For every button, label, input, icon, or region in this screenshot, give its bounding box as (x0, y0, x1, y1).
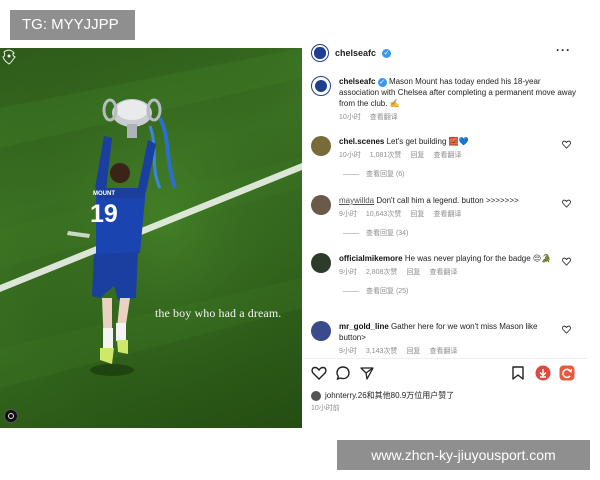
watermark-tag: TG: MYYJJPP (10, 10, 135, 40)
commenter-name[interactable]: officialmikemore (339, 254, 403, 263)
commenter-avatar[interactable] (311, 253, 331, 273)
author-avatar[interactable] (311, 76, 331, 96)
view-replies-link[interactable]: 查看回复 (34) (366, 228, 408, 238)
instagram-icon (4, 409, 18, 423)
comment-text: He was never playing for the badge 😔🐊 (404, 254, 552, 263)
account-avatar[interactable] (311, 44, 329, 62)
comment: chel.scenes Let's get building 🧱💙 10小时 1… (311, 136, 579, 179)
like-comment-icon[interactable] (562, 325, 571, 334)
see-translation-link[interactable]: 查看翻译 (433, 209, 461, 219)
share-icon[interactable] (359, 365, 375, 381)
reply-link[interactable]: 回复 (406, 267, 420, 277)
reply-link[interactable]: 回复 (410, 150, 424, 160)
post-timestamp: 10小时前 (311, 405, 340, 412)
comment-icon[interactable] (335, 365, 351, 381)
author-name[interactable]: chelseafc (339, 77, 375, 86)
like-icon[interactable] (311, 365, 327, 381)
like-comment-icon[interactable] (562, 257, 571, 266)
jersey-number: 19 (90, 200, 118, 228)
more-options-icon[interactable]: ··· (556, 43, 571, 57)
see-translation-link[interactable]: 查看翻译 (370, 112, 398, 122)
post-time: 10小时 (339, 114, 361, 121)
comment-likes[interactable]: 10,643次赞 (366, 209, 401, 219)
refresh-icon[interactable] (559, 365, 575, 381)
caption-text: Mason Mount has today ended his 18-year … (339, 77, 577, 108)
photo-caption: the boy who had a dream. (155, 306, 282, 320)
comment: mr_gold_line Gather here for we won't mi… (311, 321, 579, 355)
bookmark-icon[interactable] (511, 365, 525, 381)
reply-link[interactable]: 回复 (406, 346, 420, 355)
divider (303, 358, 587, 359)
pitch-illustration (0, 48, 302, 428)
verified-icon: ✓ (382, 48, 392, 58)
post-panel: chelseafc ✓ ··· chelseafc ✓ Mason Mount … (303, 40, 587, 432)
liker-avatar[interactable] (311, 390, 321, 401)
download-icon[interactable] (535, 365, 551, 381)
comment-likes[interactable]: 3,143次赞 (366, 346, 398, 355)
like-comment-icon[interactable] (562, 199, 571, 208)
commenter-avatar[interactable] (311, 136, 331, 156)
like-comment-icon[interactable] (562, 140, 571, 149)
comment: maywillda Don't call him a legend. butto… (311, 195, 579, 238)
commenter-avatar[interactable] (311, 195, 331, 215)
comment-time: 9小时 (339, 348, 357, 355)
see-translation-link[interactable]: 查看翻译 (429, 267, 457, 277)
liked-by: johnterry.26和其他80.9万位用户赞了 (311, 390, 454, 401)
see-translation-link[interactable]: 查看翻译 (433, 150, 461, 160)
comment: officialmikemore He was never playing fo… (311, 253, 579, 296)
post-header: chelseafc ✓ (311, 44, 392, 62)
post-photo[interactable]: MOUNT 19 the boy who had a dream. (0, 48, 302, 428)
verified-icon: ✓ (377, 78, 387, 87)
comment-likes[interactable]: 1,081次赞 (370, 150, 402, 160)
view-replies-link[interactable]: 查看回复 (6) (366, 169, 405, 179)
comment-time: 9小时 (339, 211, 357, 218)
view-replies-link[interactable]: 查看回复 (25) (366, 286, 408, 296)
comment-time: 10小时 (339, 152, 361, 159)
watermark-site: www.zhcn-ky-jiuyousport.com (337, 440, 590, 470)
commenter-name[interactable]: chel.scenes (339, 137, 384, 146)
reply-link[interactable]: 回复 (410, 209, 424, 219)
account-name[interactable]: chelseafc (335, 48, 376, 58)
action-bar (311, 365, 579, 385)
see-translation-link[interactable]: 查看翻译 (429, 346, 457, 355)
post-caption: chelseafc ✓ Mason Mount has today ended … (311, 76, 579, 122)
comment-text: Let's get building 🧱💙 (386, 137, 469, 146)
liked-by-text[interactable]: johnterry.26和其他80.9万位用户赞了 (325, 390, 454, 401)
comment-likes[interactable]: 2,808次赞 (366, 267, 398, 277)
commenter-avatar[interactable] (311, 321, 331, 341)
comment-time: 9小时 (339, 269, 357, 276)
comment-text: Don't call him a legend. button >>>>>>> (376, 196, 519, 205)
commenter-name[interactable]: mr_gold_line (339, 322, 389, 331)
chelsea-lion-icon (2, 49, 16, 65)
commenter-name[interactable]: maywillda (339, 196, 374, 205)
jersey-name: MOUNT (93, 191, 115, 197)
